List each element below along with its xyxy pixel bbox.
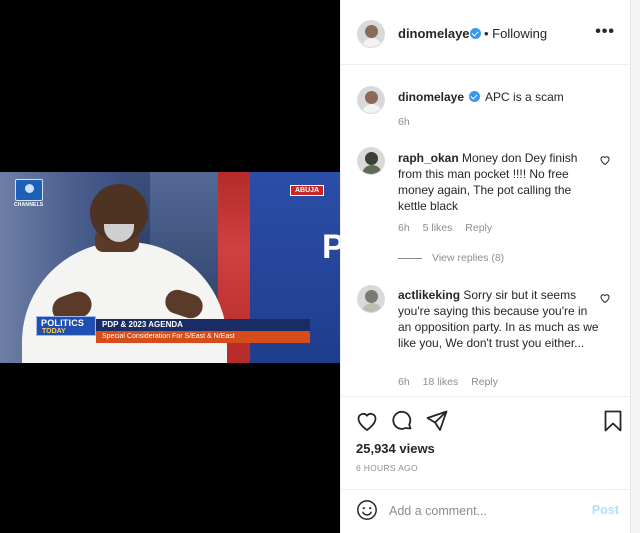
comment-username[interactable]: raph_okan <box>398 151 459 165</box>
show-logo: POLITICS TODAY <box>36 316 96 336</box>
comment-time: 6h <box>398 376 410 388</box>
comment-username[interactable]: actlikeking <box>398 288 460 302</box>
caption-time-text: 6h <box>398 116 410 128</box>
comment-meta: 6h 5 likes Reply <box>398 222 502 234</box>
share-direct-icon[interactable] <box>425 409 449 433</box>
emoji-icon[interactable] <box>356 499 378 521</box>
comment-item: actlikeking Sorry sir but it seems you'r… <box>398 287 603 351</box>
video-frame[interactable]: P CHANNELS ABUJA POLITICS TODAY PDP & 20… <box>0 172 340 363</box>
comment-reply-button[interactable]: Reply <box>471 376 498 388</box>
comment-composer: Post <box>341 489 631 531</box>
caption-avatar[interactable] <box>357 86 385 114</box>
caption-verified-icon <box>469 91 481 102</box>
channels-logo-text: CHANNELS <box>14 202 44 208</box>
author-username[interactable]: dinomelaye <box>398 26 470 41</box>
author-avatar[interactable] <box>357 20 385 48</box>
more-options-icon[interactable]: ••• <box>595 24 615 40</box>
view-replies-label: View replies (8) <box>432 252 505 264</box>
video-player[interactable]: P CHANNELS ABUJA POLITICS TODAY PDP & 20… <box>0 0 340 533</box>
location-tag: ABUJA <box>290 185 325 196</box>
comment-likes[interactable]: 18 likes <box>423 376 459 388</box>
comment-time: 6h <box>398 222 410 234</box>
post-comment-button[interactable]: Post <box>592 503 619 517</box>
show-logo-top: POLITICS <box>41 318 85 328</box>
window-edge <box>630 0 640 533</box>
caption-text: APC is a scam <box>485 90 564 104</box>
caption: dinomelaye APC is a scam <box>398 89 564 105</box>
view-count[interactable]: 25,934 views <box>356 441 435 456</box>
comment-likes[interactable]: 5 likes <box>423 222 453 234</box>
comment-avatar[interactable] <box>357 285 385 313</box>
post-header: dinomelaye • Following ••• <box>341 0 631 65</box>
comment-bubble-icon[interactable] <box>390 409 414 433</box>
post-timestamp[interactable]: 6 HOURS AGO <box>356 463 418 473</box>
like-heart-icon[interactable] <box>355 409 379 433</box>
comment-avatar[interactable] <box>357 147 385 175</box>
comment-meta: 6h 18 likes Reply <box>398 376 508 388</box>
studio-letter: P <box>322 228 340 266</box>
following-status[interactable]: • Following <box>484 26 547 41</box>
channels-logo-icon <box>15 179 43 201</box>
comment-input[interactable] <box>389 502 579 520</box>
post-actions: 25,934 views 6 HOURS AGO Post <box>341 396 631 533</box>
like-comment-heart-icon[interactable] <box>599 154 611 166</box>
lower-third-headline: PDP & 2023 AGENDA <box>96 319 310 331</box>
view-replies-button[interactable]: View replies (8) <box>398 252 504 264</box>
verified-badge-icon <box>470 28 481 39</box>
comment-item: raph_okan Money don Dey finish from this… <box>398 150 603 214</box>
post-panel: dinomelaye • Following ••• dinomelaye AP… <box>340 0 631 533</box>
instagram-post-window: P CHANNELS ABUJA POLITICS TODAY PDP & 20… <box>0 0 640 533</box>
view-replies-line <box>398 257 422 259</box>
like-comment-heart-icon[interactable] <box>599 292 611 304</box>
caption-username[interactable]: dinomelaye <box>398 90 464 104</box>
comment-reply-button[interactable]: Reply <box>465 222 492 234</box>
caption-time: 6h <box>398 116 420 128</box>
lower-third-subheadline: Special Consideration For S/East & N/Eas… <box>96 331 310 343</box>
show-logo-bottom: TODAY <box>42 328 66 335</box>
save-bookmark-icon[interactable] <box>601 409 625 433</box>
